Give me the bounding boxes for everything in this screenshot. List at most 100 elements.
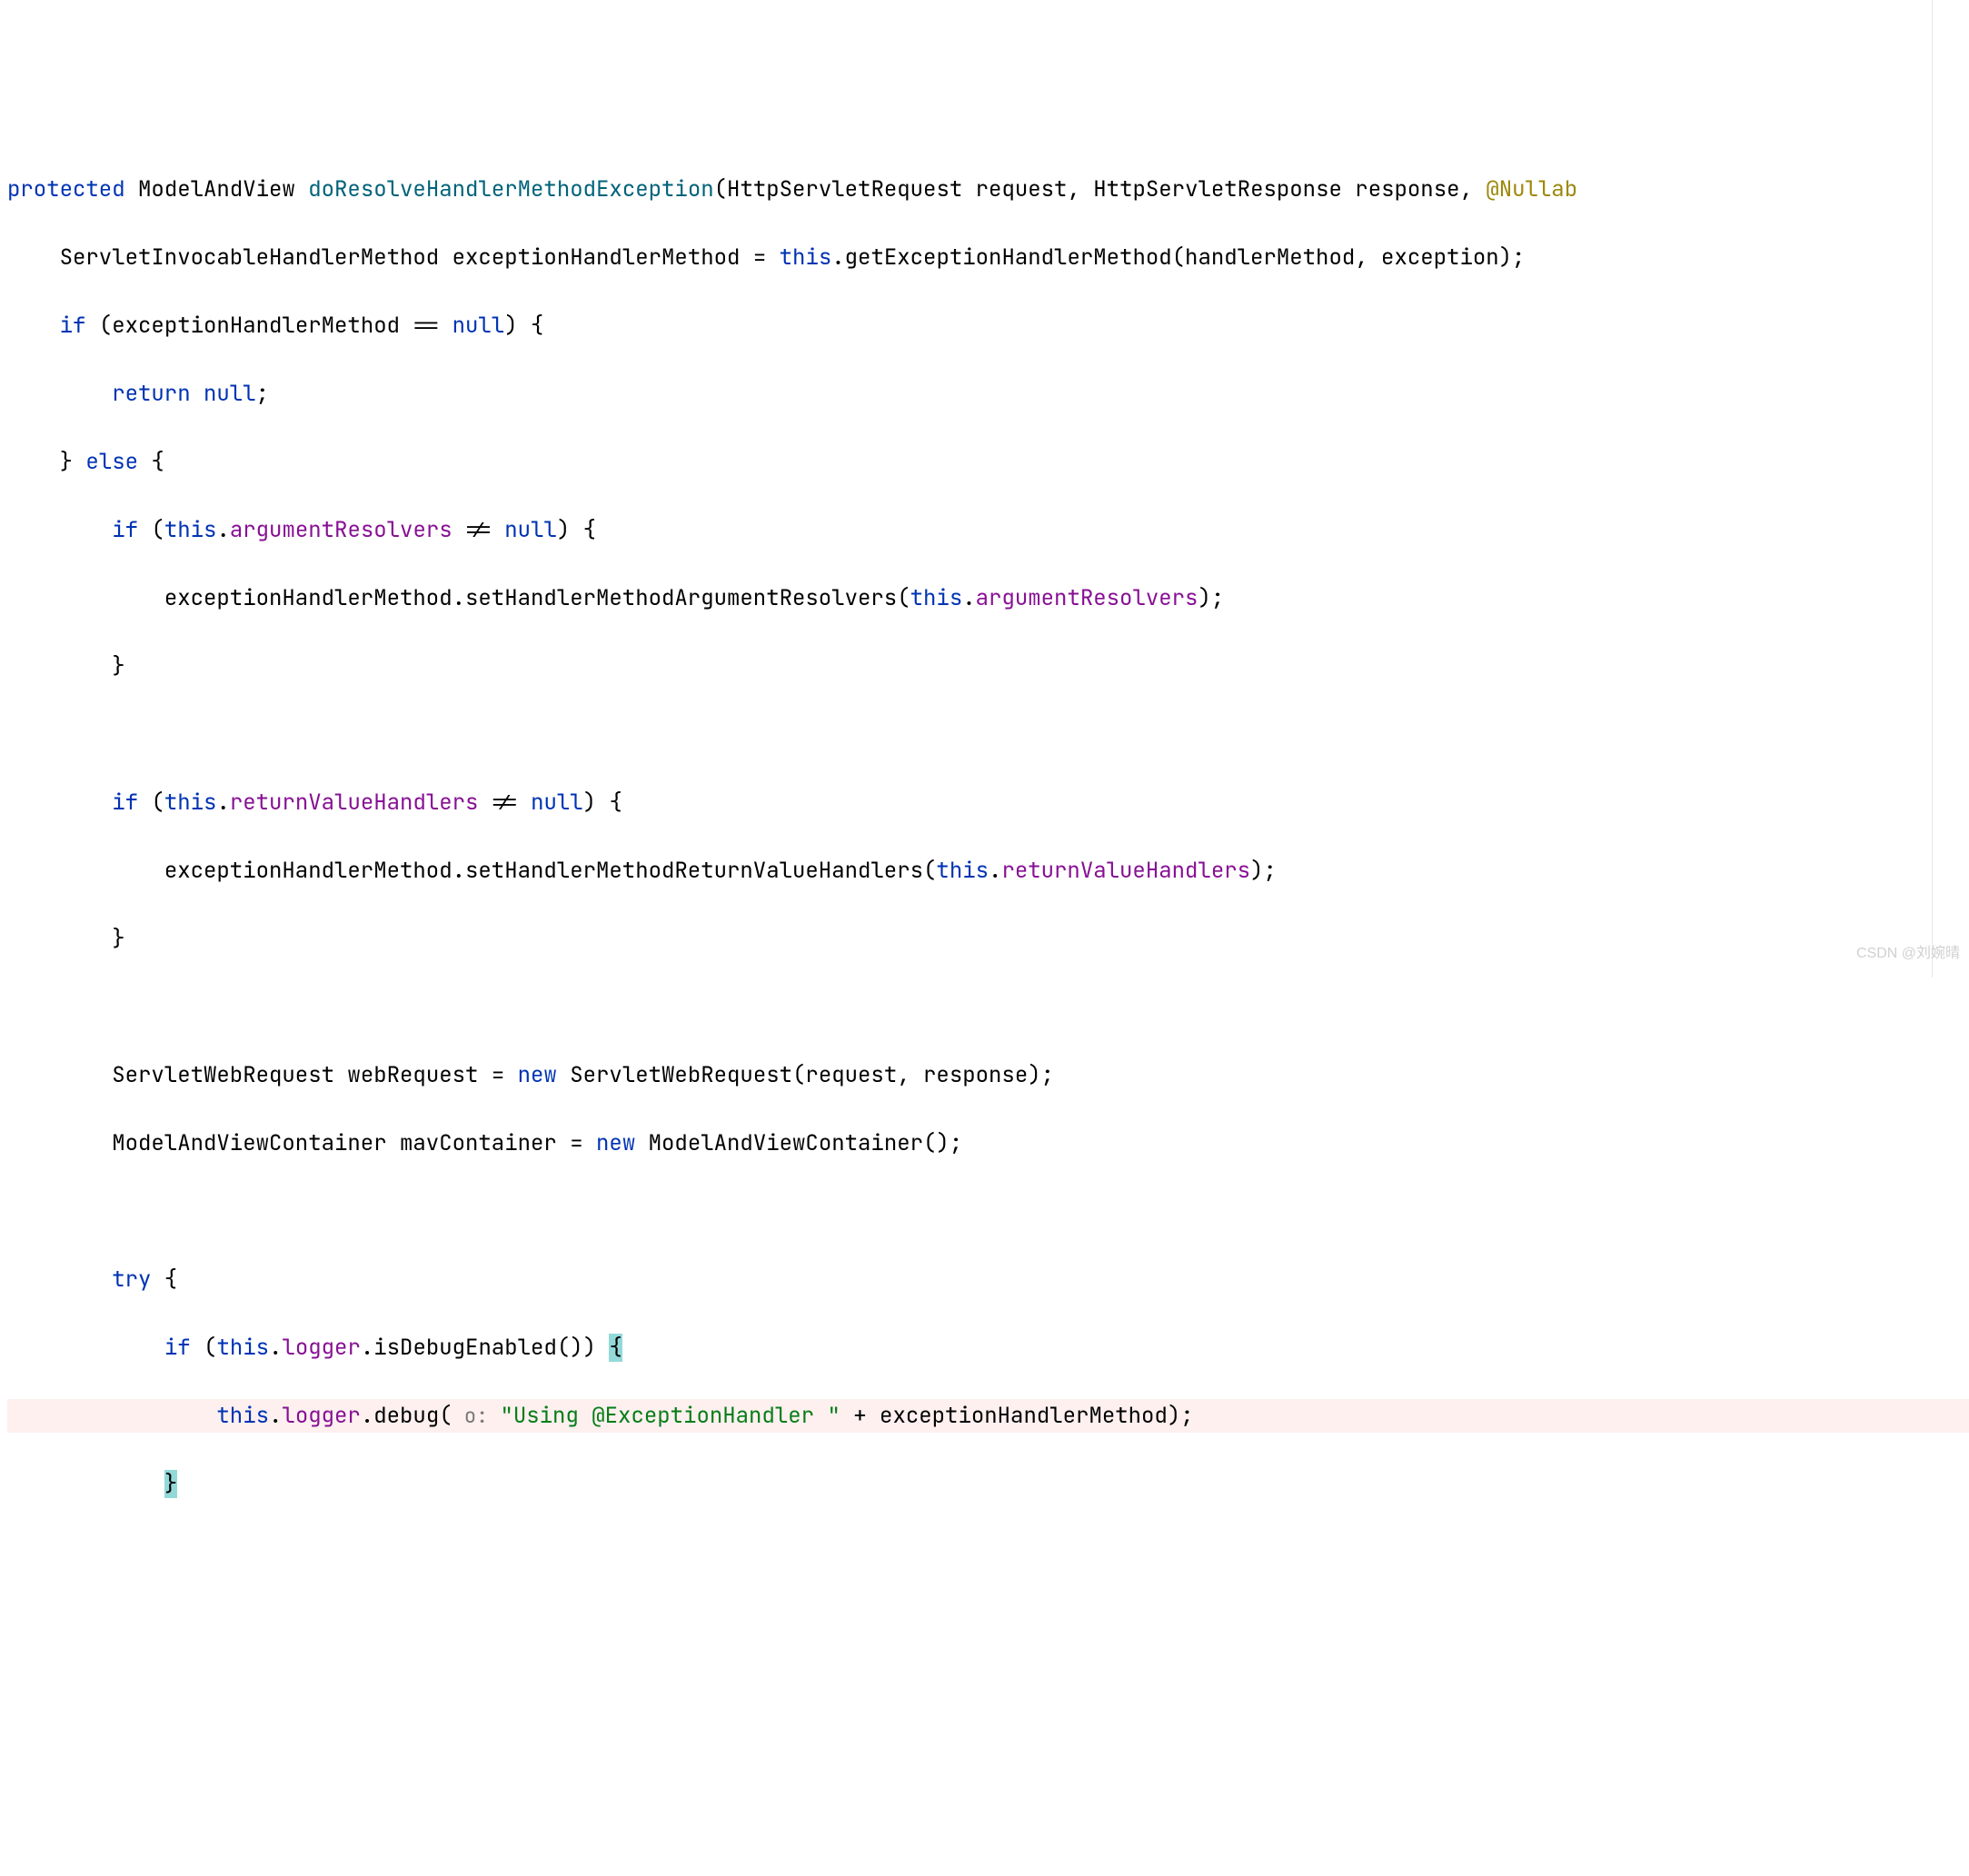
param-name: response [1355, 175, 1459, 203]
this-keyword: this [780, 243, 832, 272]
comma: , [1067, 175, 1079, 203]
field-returnvaluehandlers: returnValueHandlers [1001, 857, 1250, 885]
field-logger: logger [282, 1402, 360, 1430]
indent [7, 1402, 216, 1430]
this-keyword: this [936, 857, 989, 885]
keyword-else: else [85, 448, 138, 476]
code-editor[interactable]: protected ModelAndView doResolveHandlerM… [0, 136, 1969, 1603]
keyword-if: if [112, 516, 138, 544]
close: ); [1250, 857, 1277, 885]
keyword-protected: protected [7, 175, 125, 203]
this-keyword: this [216, 1334, 269, 1362]
close: ); [1198, 584, 1224, 612]
open-paren: ( [138, 789, 164, 817]
param-name: request [976, 175, 1068, 203]
method-call: .isDebugEnabled()) [361, 1334, 610, 1362]
code-line[interactable] [7, 718, 1969, 752]
operator: != [452, 516, 505, 544]
param-type: HttpServletRequest [727, 175, 962, 203]
code-line-current[interactable]: this.logger.debug( o: "Using @ExceptionH… [7, 1399, 1969, 1434]
code-line[interactable]: try { [7, 1263, 1969, 1297]
indent [7, 652, 112, 680]
code-line[interactable]: } [7, 650, 1969, 684]
keyword-try: try [112, 1266, 151, 1294]
indent [7, 448, 60, 476]
code-line[interactable]: if (this.argumentResolvers != null) { [7, 513, 1969, 548]
method-call: getExceptionHandlerMethod [845, 243, 1172, 272]
param-type: HttpServletResponse [1093, 175, 1342, 203]
code-line[interactable]: if (exceptionHandlerMethod == null) { [7, 309, 1969, 343]
var-name: mavContainer = [387, 1129, 596, 1157]
comma: , [1460, 175, 1473, 203]
code-line[interactable]: ModelAndViewContainer mavContainer = new… [7, 1127, 1969, 1161]
field-logger: logger [282, 1334, 360, 1362]
parameter-hint: o: [452, 1403, 501, 1429]
this-keyword: this [164, 516, 217, 544]
close-brace: } [60, 448, 86, 476]
keyword-null: null [191, 380, 256, 408]
indent [7, 312, 60, 340]
constructor-call: ModelAndViewContainer(); [635, 1129, 962, 1157]
keyword-null: null [531, 789, 583, 817]
method-call: exceptionHandlerMethod.setHandlerMethodR… [164, 857, 937, 885]
code-line[interactable]: exceptionHandlerMethod.setHandlerMethodR… [7, 854, 1969, 888]
dot: . [216, 516, 229, 544]
code-line[interactable]: ServletInvocableHandlerMethod exceptionH… [7, 241, 1969, 275]
code-line[interactable]: } [7, 922, 1969, 957]
dot: . [216, 789, 229, 817]
close-paren: ) { [583, 789, 622, 817]
code-line[interactable]: if (this.logger.isDebugEnabled()) { [7, 1331, 1969, 1365]
matched-brace: } [164, 1470, 177, 1498]
dot: . [831, 243, 844, 272]
indent [7, 243, 60, 272]
equals: = [740, 243, 779, 272]
code-line[interactable] [7, 1195, 1969, 1229]
var-name: exceptionHandlerMethod [452, 243, 741, 272]
open-brace: { [151, 1266, 177, 1294]
return-type: ModelAndView [138, 175, 295, 203]
indent [7, 584, 164, 612]
indent [7, 516, 112, 544]
code-line[interactable]: protected ModelAndView doResolveHandlerM… [7, 173, 1969, 207]
code-line[interactable]: if (this.returnValueHandlers != null) { [7, 786, 1969, 820]
close-brace: } [112, 652, 124, 680]
code-line[interactable]: } [7, 1467, 1969, 1502]
dot: . [269, 1402, 282, 1430]
dot: . [269, 1334, 282, 1362]
keyword-return: return [112, 380, 190, 408]
close-paren: ) { [557, 516, 596, 544]
indent [7, 857, 164, 885]
var-type: ModelAndViewContainer [112, 1129, 386, 1157]
code-line[interactable] [7, 1535, 1969, 1570]
close-brace: } [112, 925, 124, 953]
indent [7, 1266, 112, 1294]
code-line[interactable]: } else { [7, 445, 1969, 480]
code-line[interactable]: exceptionHandlerMethod.setHandlerMethodA… [7, 581, 1969, 616]
annotation-nullable: @Nullab [1486, 175, 1577, 203]
semicolon: ; [256, 380, 269, 408]
code-line[interactable] [7, 990, 1969, 1025]
var-name: webRequest = [334, 1061, 518, 1089]
editor-right-margin [1932, 0, 1933, 978]
keyword-if: if [112, 789, 138, 817]
indent [7, 1129, 112, 1157]
indent [7, 1470, 164, 1498]
var-type: ServletWebRequest [112, 1061, 334, 1089]
close-paren: ) { [504, 312, 543, 340]
expression: + exceptionHandlerMethod); [840, 1402, 1194, 1430]
dot: . [962, 584, 975, 612]
this-keyword: this [164, 789, 217, 817]
call-args: (handlerMethod, exception); [1172, 243, 1526, 272]
watermark-text: CSDN @刘婉晴 [1856, 937, 1960, 971]
keyword-new: new [518, 1061, 557, 1089]
code-line[interactable]: ServletWebRequest webRequest = new Servl… [7, 1058, 1969, 1093]
operator: != [478, 789, 531, 817]
this-keyword: this [910, 584, 963, 612]
indent [7, 925, 112, 953]
method-call: .debug( [361, 1402, 452, 1430]
code-line[interactable]: return null; [7, 377, 1969, 412]
keyword-null: null [504, 516, 557, 544]
open-brace: { [138, 448, 164, 476]
field-argumentresolvers: argumentResolvers [976, 584, 1198, 612]
constructor-call: ServletWebRequest(request, response); [557, 1061, 1054, 1089]
